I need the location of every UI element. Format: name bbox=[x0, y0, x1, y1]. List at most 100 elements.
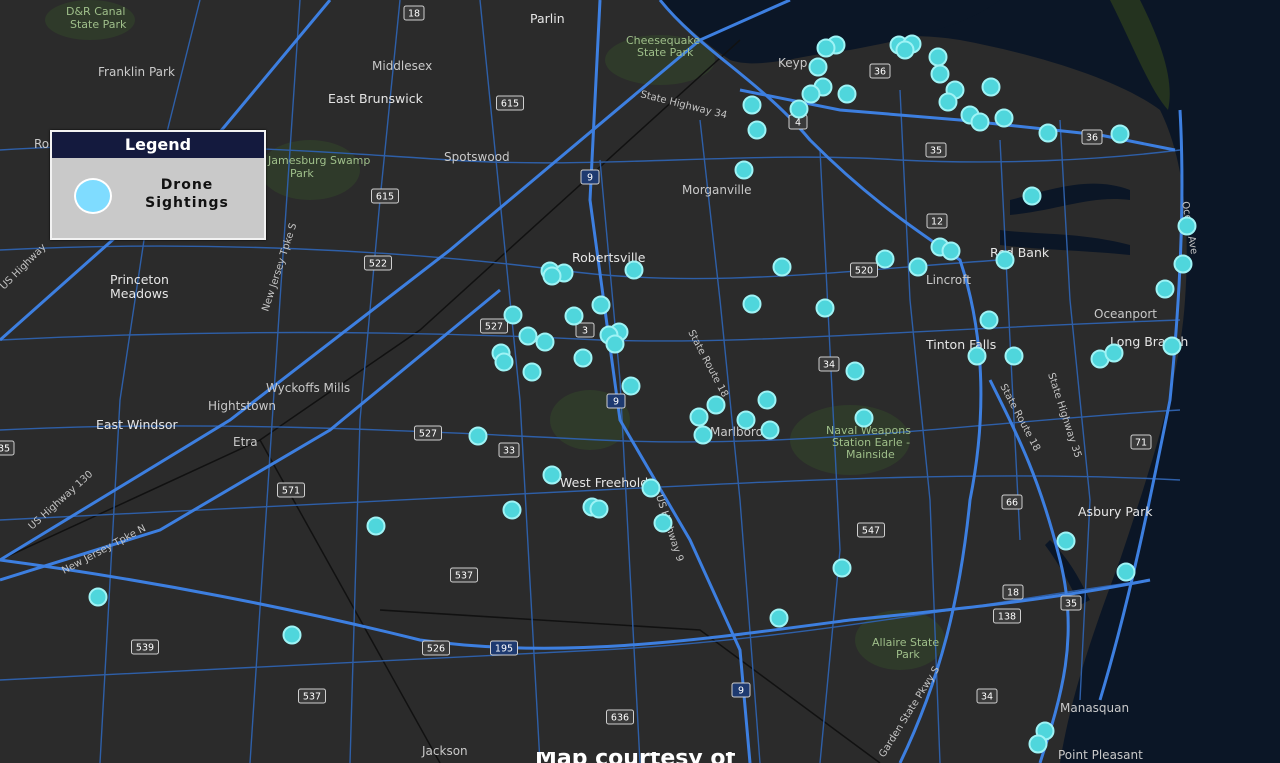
drone-sighting-marker[interactable] bbox=[941, 241, 961, 261]
drone-sighting-marker[interactable] bbox=[928, 47, 948, 67]
route-shield: 615 bbox=[496, 95, 524, 111]
drone-sighting-marker[interactable] bbox=[815, 298, 835, 318]
drone-sighting-marker[interactable] bbox=[854, 408, 874, 428]
drone-sighting-marker[interactable] bbox=[979, 310, 999, 330]
drone-sighting-marker[interactable] bbox=[88, 587, 108, 607]
drone-sighting-marker[interactable] bbox=[875, 249, 895, 269]
drone-sighting-marker[interactable] bbox=[518, 326, 538, 346]
drone-sighting-marker[interactable] bbox=[742, 294, 762, 314]
drone-sighting-marker[interactable] bbox=[938, 92, 958, 112]
drone-sighting-marker[interactable] bbox=[1104, 343, 1124, 363]
drone-sighting-marker[interactable] bbox=[832, 558, 852, 578]
place-label: East Windsor bbox=[96, 417, 179, 432]
drone-sighting-marker[interactable] bbox=[757, 390, 777, 410]
svg-text:539: 539 bbox=[136, 643, 154, 654]
svg-text:4: 4 bbox=[795, 118, 801, 129]
drone-sighting-marker[interactable] bbox=[494, 352, 514, 372]
drone-sighting-marker[interactable] bbox=[981, 77, 1001, 97]
drone-sighting-marker[interactable] bbox=[769, 608, 789, 628]
drone-sighting-marker[interactable] bbox=[706, 395, 726, 415]
drone-sighting-marker[interactable] bbox=[689, 407, 709, 427]
credit-clip: Map courtesy of bbox=[0, 752, 1280, 763]
drone-sighting-marker[interactable] bbox=[1022, 186, 1042, 206]
drone-sighting-marker[interactable] bbox=[1173, 254, 1193, 274]
drone-sighting-marker[interactable] bbox=[772, 257, 792, 277]
drone-sighting-marker[interactable] bbox=[624, 260, 644, 280]
place-label: Parlin bbox=[530, 11, 565, 26]
svg-text:547: 547 bbox=[862, 526, 880, 537]
route-shield: 36 bbox=[1081, 129, 1103, 145]
drone-sighting-marker[interactable] bbox=[742, 95, 762, 115]
drone-sighting-marker[interactable] bbox=[816, 38, 836, 58]
drone-sighting-marker[interactable] bbox=[994, 108, 1014, 128]
drone-sighting-marker[interactable] bbox=[282, 625, 302, 645]
drone-sighting-marker[interactable] bbox=[760, 420, 780, 440]
drone-sighting-marker[interactable] bbox=[573, 348, 593, 368]
drone-sighting-marker[interactable] bbox=[589, 499, 609, 519]
drone-sighting-marker[interactable] bbox=[789, 99, 809, 119]
drone-sighting-marker[interactable] bbox=[693, 425, 713, 445]
drone-sighting-marker[interactable] bbox=[1110, 124, 1130, 144]
drone-sighting-marker[interactable] bbox=[522, 362, 542, 382]
drone-sighting-marker[interactable] bbox=[1155, 279, 1175, 299]
route-shield: 539 bbox=[131, 639, 159, 655]
drone-sighting-marker[interactable] bbox=[591, 295, 611, 315]
drone-sighting-marker[interactable] bbox=[845, 361, 865, 381]
route-shield: 35 bbox=[0, 440, 15, 456]
drone-sighting-marker[interactable] bbox=[837, 84, 857, 104]
drone-sighting-marker[interactable] bbox=[502, 500, 522, 520]
place-label: Oceanport bbox=[1094, 307, 1157, 321]
drone-sighting-marker[interactable] bbox=[564, 306, 584, 326]
place-label: Tinton Falls bbox=[925, 337, 996, 352]
drone-sighting-marker[interactable] bbox=[930, 64, 950, 84]
place-label: Manasquan bbox=[1060, 701, 1129, 715]
drone-sighting-marker[interactable] bbox=[1177, 216, 1197, 236]
drone-sighting-marker[interactable] bbox=[468, 426, 488, 446]
drone-sighting-marker[interactable] bbox=[1028, 734, 1048, 754]
drone-sighting-marker[interactable] bbox=[967, 346, 987, 366]
route-shield: 9 bbox=[731, 682, 751, 698]
drone-sighting-marker[interactable] bbox=[621, 376, 641, 396]
drone-sighting-marker[interactable] bbox=[970, 112, 990, 132]
place-label: Mainside bbox=[846, 448, 895, 461]
route-shield: 522 bbox=[364, 255, 392, 271]
drone-sighting-marker[interactable] bbox=[366, 516, 386, 536]
drone-sighting-marker[interactable] bbox=[908, 257, 928, 277]
drone-sighting-marker[interactable] bbox=[895, 40, 915, 60]
place-label: Etra bbox=[233, 435, 258, 449]
drone-sighting-marker[interactable] bbox=[605, 334, 625, 354]
route-shield: 571 bbox=[277, 482, 305, 498]
drone-sighting-marker[interactable] bbox=[1004, 346, 1024, 366]
svg-text:615: 615 bbox=[376, 192, 394, 203]
drone-sighting-marker[interactable] bbox=[1038, 123, 1058, 143]
drone-sighting-marker[interactable] bbox=[542, 266, 562, 286]
drone-sighting-marker[interactable] bbox=[1162, 336, 1182, 356]
svg-text:195: 195 bbox=[495, 644, 513, 655]
svg-text:35: 35 bbox=[1065, 599, 1077, 610]
drone-sighting-marker[interactable] bbox=[995, 250, 1015, 270]
drone-sighting-marker[interactable] bbox=[801, 84, 821, 104]
drone-sighting-marker[interactable] bbox=[535, 332, 555, 352]
drone-sighting-marker[interactable] bbox=[653, 513, 673, 533]
svg-text:537: 537 bbox=[455, 571, 473, 582]
map-canvas[interactable]: D&R Canal State Park Franklin Park Middl… bbox=[0, 0, 1280, 763]
route-shield: 18 bbox=[1002, 584, 1024, 600]
drone-sighting-marker[interactable] bbox=[1056, 531, 1076, 551]
route-shield: 527 bbox=[414, 425, 442, 441]
drone-sighting-marker[interactable] bbox=[736, 410, 756, 430]
route-shield: 526 bbox=[422, 640, 450, 656]
drone-sighting-marker[interactable] bbox=[503, 305, 523, 325]
route-shield: 34 bbox=[818, 356, 840, 372]
svg-text:71: 71 bbox=[1135, 438, 1147, 449]
place-label: West Freehold bbox=[560, 475, 648, 490]
svg-text:33: 33 bbox=[503, 446, 515, 457]
drone-sighting-marker[interactable] bbox=[747, 120, 767, 140]
drone-sighting-marker[interactable] bbox=[641, 478, 661, 498]
drone-sighting-marker[interactable] bbox=[542, 465, 562, 485]
drone-sighting-marker[interactable] bbox=[808, 57, 828, 77]
drone-sighting-marker[interactable] bbox=[734, 160, 754, 180]
svg-text:527: 527 bbox=[419, 429, 437, 440]
place-label: Meadows bbox=[110, 286, 168, 301]
route-shield: 537 bbox=[450, 567, 478, 583]
drone-sighting-marker[interactable] bbox=[1116, 562, 1136, 582]
